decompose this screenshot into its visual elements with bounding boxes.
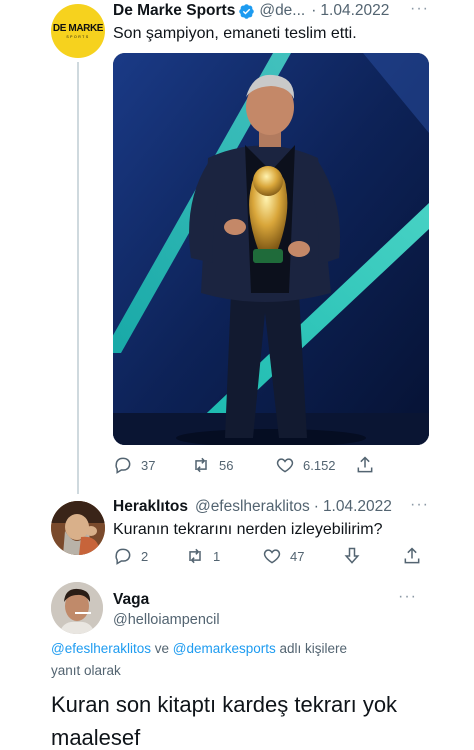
retweet-icon — [195, 457, 207, 473]
author-name[interactable]: De Marke Sports — [113, 2, 235, 20]
author-handle[interactable]: @efeslheraklitos — [195, 498, 310, 516]
like-count: 6.152 — [303, 457, 336, 473]
reply-button[interactable]: 37 — [113, 455, 155, 475]
retweet-button[interactable]: 56 — [191, 455, 233, 475]
tweet2-text: Kuranın tekrarını nerden izleyebilirim? — [113, 521, 383, 538]
avatar-heraklitos[interactable] — [51, 501, 105, 555]
mention-link-heraklitos[interactable]: @efeslheraklitos — [51, 641, 151, 656]
tweet-photo[interactable] — [113, 53, 429, 445]
reply-icon — [115, 548, 131, 565]
more-icon[interactable]: ··· — [410, 496, 429, 514]
retweet-button[interactable]: 1 — [185, 546, 220, 566]
tweet3-header: Vaga — [113, 591, 149, 609]
tweet3-handle-row: @helloiampencil — [113, 612, 220, 628]
avatar-photo — [51, 582, 103, 634]
tweet2-header: Heraklıtos @efeslheraklitos · 1.04.2022 — [113, 498, 392, 516]
avatar-logo-text: DE MARKE — [52, 22, 104, 34]
tweet1-header: De Marke Sports @de... · 1.04.2022 — [113, 2, 389, 20]
retweet-count: 56 — [219, 457, 234, 473]
reply-line2: yanıt olarak — [51, 663, 121, 678]
like-count: 47 — [290, 548, 305, 564]
separator-dot: · — [313, 498, 319, 515]
like-icon — [276, 458, 294, 473]
share-icon — [357, 456, 373, 473]
photo-coach-with-trophy — [113, 53, 429, 445]
reply-and: ve — [151, 641, 173, 656]
like-icon — [263, 549, 281, 564]
more-icon[interactable]: ··· — [410, 0, 429, 18]
avatar-de-marke-sports[interactable]: DE MARKE SPORTS — [51, 4, 105, 58]
downvote-icon — [344, 547, 360, 564]
share-icon — [404, 547, 420, 564]
reply-button[interactable]: 2 — [113, 546, 148, 566]
verified-icon — [239, 3, 255, 19]
author-name[interactable]: Vaga — [113, 591, 149, 609]
replying-to: @efeslheraklitos ve @demarkesports adlı … — [51, 638, 347, 682]
share-button[interactable] — [355, 455, 375, 475]
author-handle[interactable]: @helloiampencil — [113, 612, 220, 628]
more-icon[interactable]: ··· — [398, 588, 417, 606]
tweet-date[interactable]: 1.04.2022 — [323, 498, 392, 516]
author-handle[interactable]: @de... — [259, 2, 305, 20]
share-button[interactable] — [402, 546, 422, 566]
reply-suffix: adlı kişilere — [275, 641, 348, 656]
reply-count: 2 — [141, 548, 149, 564]
retweet-icon — [189, 548, 201, 564]
like-button[interactable]: 47 — [262, 546, 304, 566]
mention-link-demarkesports[interactable]: @demarkesports — [173, 641, 276, 656]
reply-count: 37 — [141, 457, 156, 473]
separator-dot: · — [311, 2, 317, 19]
tweet3-text: Kuran son kitaptı kardeş tekrarı yok maa… — [51, 692, 398, 750]
tweet1-text: Son şampiyon, emaneti teslim etti. — [113, 25, 357, 42]
thread-line — [77, 62, 79, 494]
avatar-logo-subtext: SPORTS — [66, 34, 90, 39]
reply-icon — [115, 457, 131, 474]
avatar-painting — [51, 501, 105, 555]
retweet-count: 1 — [213, 548, 221, 564]
avatar-vaga[interactable] — [51, 582, 103, 634]
tweet-date[interactable]: 1.04.2022 — [320, 2, 389, 20]
author-name[interactable]: Heraklıtos — [113, 498, 188, 516]
downvote-button[interactable] — [342, 546, 362, 566]
like-button[interactable]: 6.152 — [275, 455, 336, 475]
